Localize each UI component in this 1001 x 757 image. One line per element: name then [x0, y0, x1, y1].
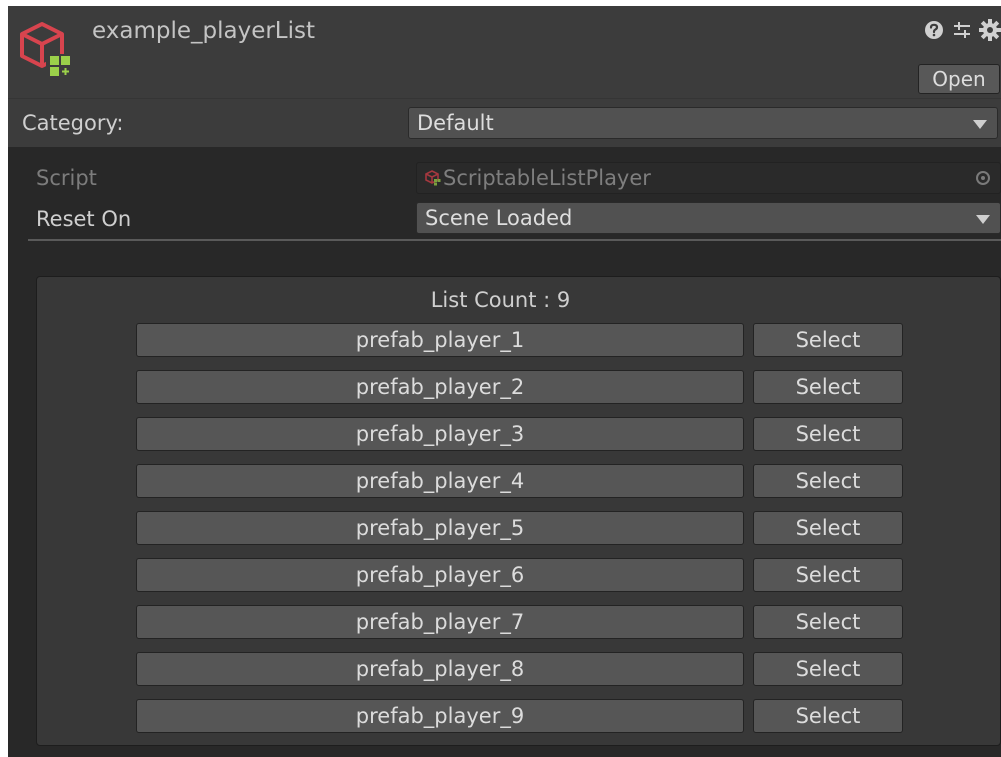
script-label: Script [36, 166, 97, 190]
list-item: prefab_player_7 Select [8, 605, 1001, 639]
help-button[interactable] [922, 18, 946, 42]
list-item-button[interactable]: prefab_player_8 [136, 652, 744, 686]
help-icon [925, 21, 943, 39]
list-item: prefab_player_9 Select [8, 699, 1001, 733]
inspector-panel: example_playerList Open Category: Defaul… [8, 6, 1001, 757]
list-item: prefab_player_8 Select [8, 652, 1001, 686]
select-button[interactable]: Select [753, 699, 903, 733]
select-button[interactable]: Select [753, 323, 903, 357]
list-count-label: List Count : 9 [430, 288, 571, 312]
script-value: ScriptableListPlayer [443, 166, 651, 190]
list-item-button[interactable]: prefab_player_9 [136, 699, 744, 733]
gear-icon [979, 19, 1001, 41]
list-item-button[interactable]: prefab_player_6 [136, 558, 744, 592]
list-item: prefab_player_2 Select [8, 370, 1001, 404]
select-button[interactable]: Select [753, 558, 903, 592]
reset-on-label: Reset On [36, 207, 132, 231]
list-item-button[interactable]: prefab_player_7 [136, 605, 744, 639]
inspector-header: example_playerList Open [8, 6, 1001, 98]
category-row: Category: Default [8, 98, 1001, 147]
category-dropdown[interactable]: Default [408, 107, 998, 139]
scriptable-object-icon [20, 22, 72, 78]
reset-on-value: Scene Loaded [425, 206, 573, 230]
list-item-button[interactable]: prefab_player_4 [136, 464, 744, 498]
presets-icon [954, 22, 970, 38]
list-item: prefab_player_6 Select [8, 558, 1001, 592]
select-button[interactable]: Select [753, 417, 903, 451]
category-label: Category: [22, 111, 124, 135]
list-item-button[interactable]: prefab_player_3 [136, 417, 744, 451]
list-item: prefab_player_5 Select [8, 511, 1001, 545]
list-item: prefab_player_4 Select [8, 464, 1001, 498]
object-picker-icon[interactable] [976, 171, 990, 185]
asset-title: example_playerList [92, 18, 316, 44]
category-value: Default [417, 111, 494, 135]
script-field: ScriptableListPlayer [416, 162, 1001, 194]
select-button[interactable]: Select [753, 464, 903, 498]
chevron-down-icon [976, 215, 990, 224]
select-button[interactable]: Select [753, 370, 903, 404]
scriptable-object-icon [425, 170, 441, 186]
open-button[interactable]: Open [918, 64, 1000, 94]
list-item-button[interactable]: prefab_player_1 [136, 323, 744, 357]
select-button[interactable]: Select [753, 511, 903, 545]
reset-on-dropdown[interactable]: Scene Loaded [416, 202, 1001, 234]
settings-button[interactable] [978, 18, 1001, 42]
presets-button[interactable] [950, 18, 974, 42]
select-button[interactable]: Select [753, 652, 903, 686]
list-item-button[interactable]: prefab_player_2 [136, 370, 744, 404]
chevron-down-icon [973, 120, 987, 129]
divider [28, 239, 1001, 241]
select-button[interactable]: Select [753, 605, 903, 639]
list-item: prefab_player_1 Select [8, 323, 1001, 357]
list-item-button[interactable]: prefab_player_5 [136, 511, 744, 545]
list-item: prefab_player_3 Select [8, 417, 1001, 451]
